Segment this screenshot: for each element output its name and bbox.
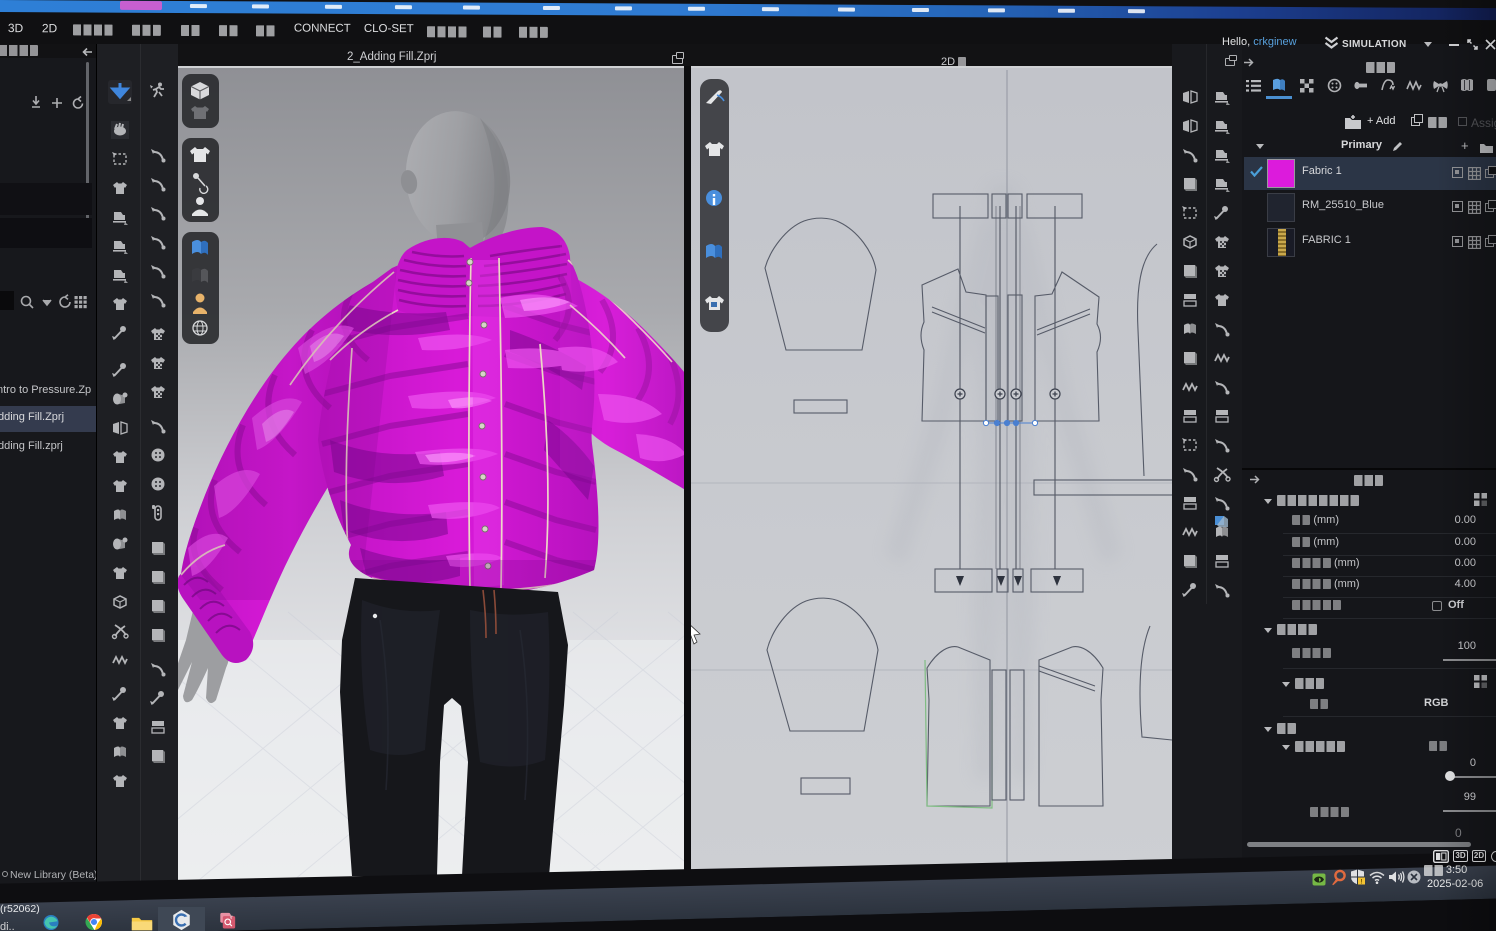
svg-text:!: !	[1360, 879, 1362, 886]
